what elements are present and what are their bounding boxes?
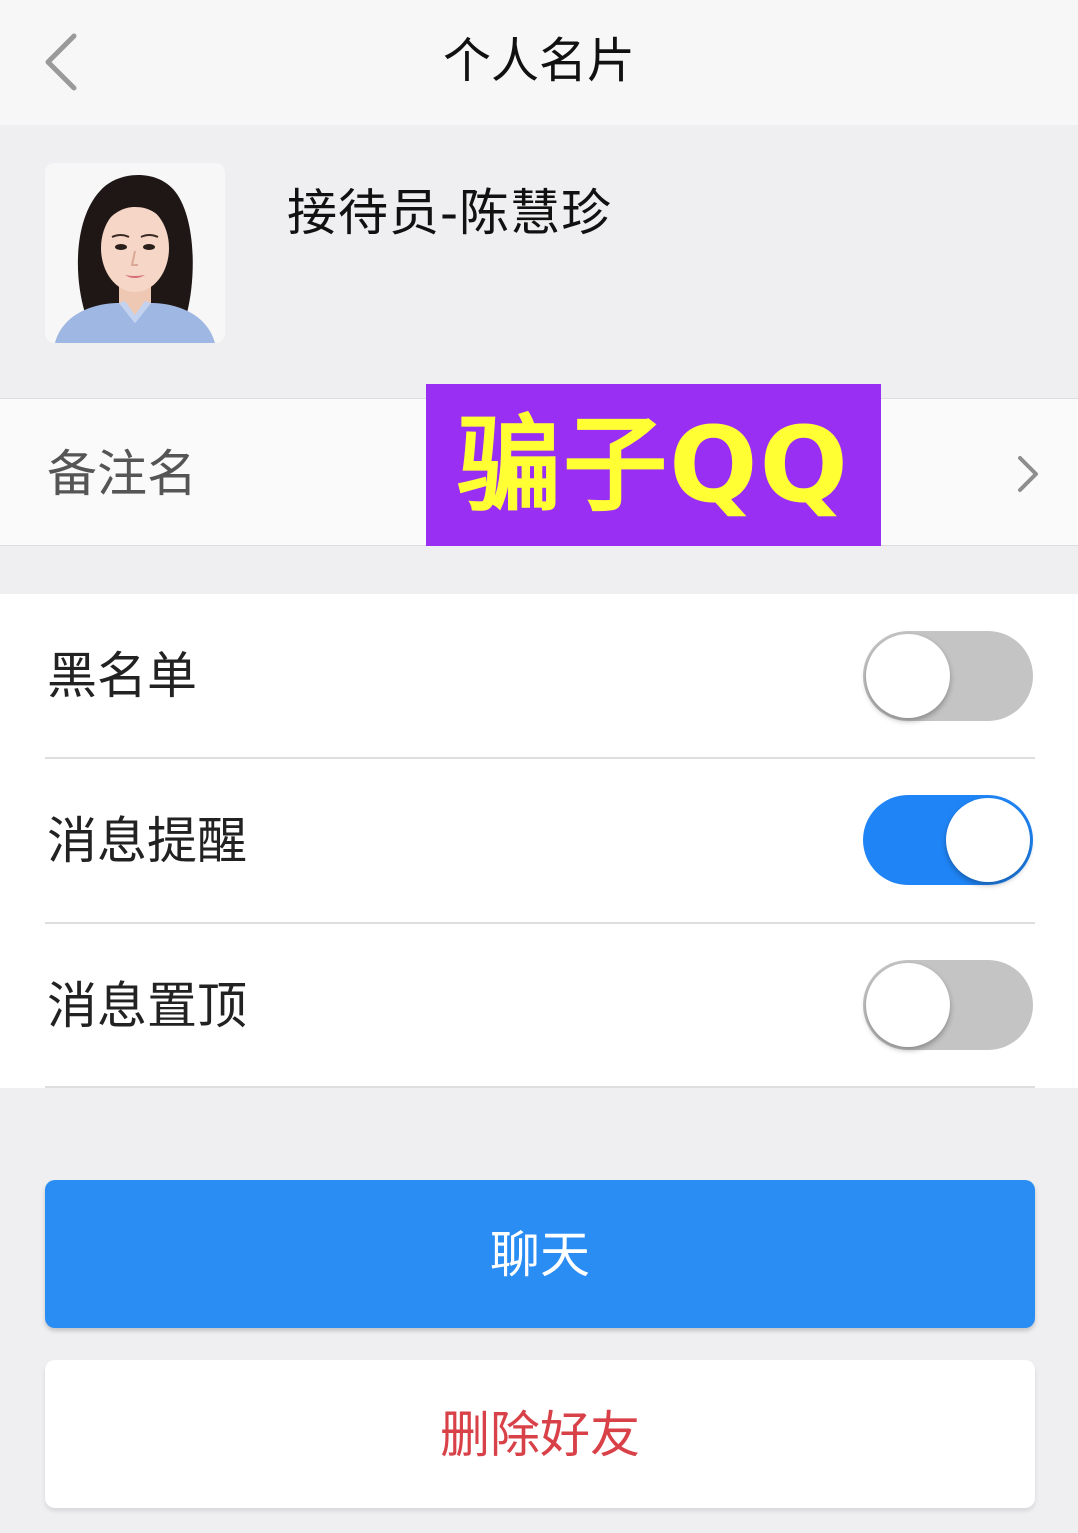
setting-row-pin-message: 消息置顶 — [0, 924, 1078, 1088]
message-notify-label: 消息提醒 — [47, 812, 247, 870]
pin-message-toggle[interactable] — [863, 960, 1033, 1050]
profile-card: 接待员-陈慧珍 — [0, 125, 1078, 398]
page-title: 个人名片 — [442, 33, 635, 89]
toggle-knob — [946, 798, 1030, 882]
contact-name: 接待员-陈慧珍 — [287, 184, 613, 242]
setting-row-message-notify: 消息提醒 — [0, 759, 1078, 923]
nav-bar: 个人名片 — [0, 0, 1078, 125]
back-button[interactable] — [30, 22, 100, 102]
blacklist-toggle[interactable] — [863, 631, 1033, 721]
setting-row-blacklist: 黑名单 — [0, 594, 1078, 758]
settings-group: 黑名单 消息提醒 消息置顶 — [0, 594, 1078, 1088]
blacklist-label: 黑名单 — [47, 647, 197, 705]
scam-watermark-label: 骗子QQ — [426, 384, 881, 546]
toggle-knob — [866, 963, 950, 1047]
remark-name-label: 备注名 — [47, 445, 197, 503]
message-notify-toggle[interactable] — [863, 795, 1033, 885]
avatar-photo — [45, 163, 225, 343]
chevron-left-icon — [45, 33, 77, 91]
divider — [45, 1086, 1035, 1088]
pin-message-label: 消息置顶 — [47, 977, 247, 1035]
avatar[interactable] — [45, 163, 225, 343]
delete-friend-button[interactable]: 删除好友 — [45, 1360, 1035, 1508]
chevron-right-icon — [1018, 456, 1038, 492]
chat-button[interactable]: 聊天 — [45, 1180, 1035, 1328]
toggle-knob — [866, 634, 950, 718]
